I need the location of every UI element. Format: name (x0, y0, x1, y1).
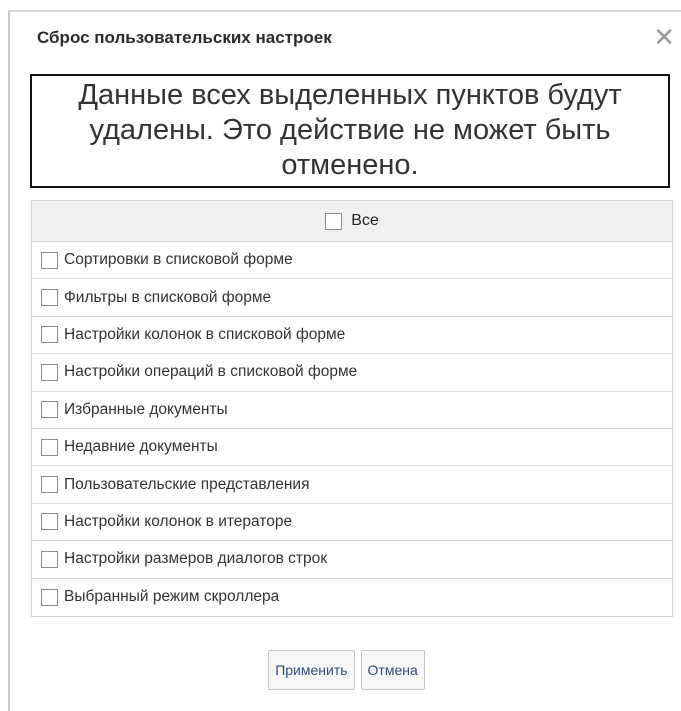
item-label: Настройки колонок в списковой форме (64, 325, 346, 343)
dialog-titlebar: Сброс пользовательских настроек ✕ (10, 12, 681, 66)
item-label: Недавние документы (64, 438, 218, 456)
list-item[interactable]: Пользовательские представления (32, 466, 672, 504)
select-all-label: Все (351, 212, 379, 229)
list-item[interactable]: Настройки колонок в списковой форме (32, 316, 672, 355)
item-checkbox[interactable] (41, 513, 58, 531)
close-icon[interactable]: ✕ (653, 22, 675, 52)
item-checkbox[interactable] (41, 476, 58, 494)
item-checkbox[interactable] (41, 326, 58, 344)
item-checkbox[interactable] (41, 363, 58, 381)
list-item[interactable]: Недавние документы (32, 428, 672, 467)
list-item[interactable]: Избранные документы (32, 391, 672, 429)
select-all-checkbox[interactable] (325, 212, 343, 230)
dialog-buttons: Применить Отмена (10, 650, 681, 690)
cancel-button[interactable]: Отмена (360, 650, 425, 690)
list-item[interactable]: Настройки колонок в итераторе (32, 503, 672, 542)
list-item[interactable]: Выбранный режим скроллера (32, 578, 672, 616)
warning-message: Данные всех выделенных пунктов будут уда… (30, 74, 670, 188)
item-checkbox[interactable] (41, 289, 58, 307)
settings-table: Все Сортировки в списковой форме Фильтры… (31, 200, 673, 617)
dialog-title: Сброс пользовательских настроек (37, 28, 332, 47)
item-label: Настройки операций в списковой форме (64, 363, 358, 381)
reset-settings-dialog: Сброс пользовательских настроек ✕ Данные… (8, 10, 681, 711)
table-header: Все (32, 201, 672, 242)
list-item[interactable]: Настройки размеров диалогов строк (32, 541, 672, 579)
list-item[interactable]: Сортировки в списковой форме (32, 242, 672, 280)
item-checkbox[interactable] (41, 251, 58, 269)
item-checkbox[interactable] (41, 550, 58, 568)
item-label: Настройки размеров диалогов строк (64, 550, 328, 568)
item-checkbox[interactable] (41, 401, 58, 419)
item-label: Фильтры в списковой форме (64, 288, 272, 306)
list-item[interactable]: Настройки операций в списковой форме (32, 354, 672, 392)
apply-button[interactable]: Применить (268, 650, 355, 690)
list-item[interactable]: Фильтры в списковой форме (32, 279, 672, 317)
item-label: Избранные документы (64, 400, 228, 418)
item-label: Настройки колонок в итераторе (64, 512, 293, 530)
item-checkbox[interactable] (41, 588, 58, 606)
item-checkbox[interactable] (41, 438, 58, 456)
item-label: Сортировки в списковой форме (64, 251, 293, 269)
item-label: Выбранный режим скроллера (64, 588, 280, 606)
item-label: Пользовательские представления (64, 475, 310, 493)
